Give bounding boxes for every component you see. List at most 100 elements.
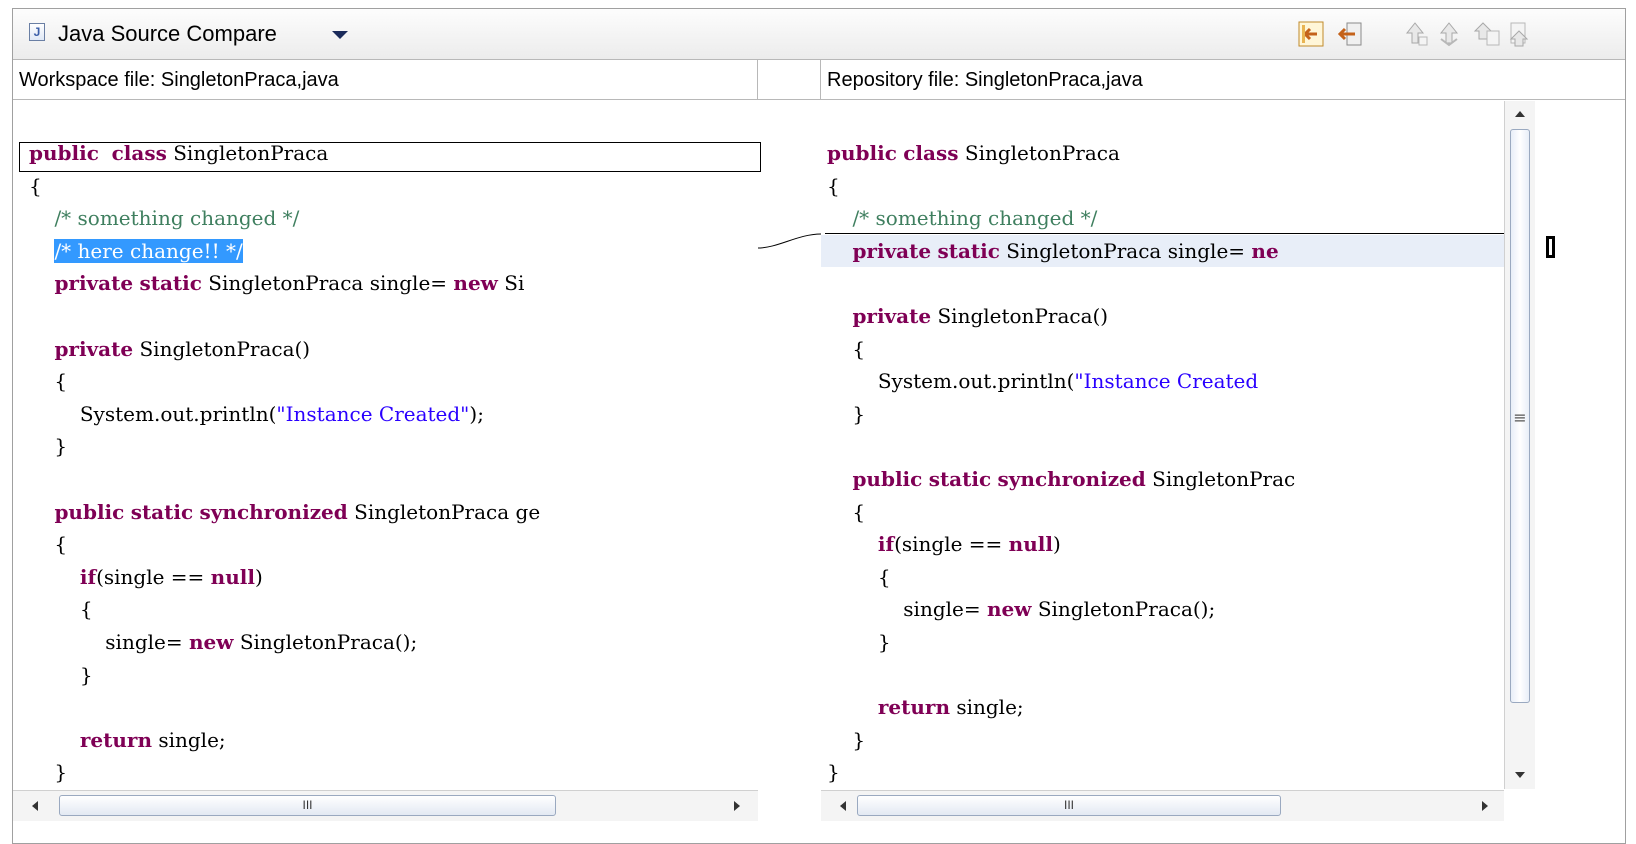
code-line[interactable]: [13, 463, 758, 495]
code-line[interactable]: return single;: [13, 724, 758, 756]
code-text: {: [29, 532, 68, 557]
code-line[interactable]: public static synchronized SingletonPrac: [821, 463, 1504, 495]
code-line[interactable]: {: [13, 170, 758, 202]
code-text: }: [827, 760, 840, 785]
code-line[interactable]: System.out.println("Instance Created");: [13, 398, 758, 430]
keyword-token: static: [139, 271, 202, 296]
code-text: (single ==: [894, 532, 1009, 557]
scroll-grip-icon: ≡: [1513, 408, 1527, 427]
code-line[interactable]: {: [13, 593, 758, 625]
workspace-horizontal-scrollbar[interactable]: III: [13, 790, 758, 821]
code-line[interactable]: public static synchronized SingletonPrac…: [13, 496, 758, 528]
comment-token: /* something changed */: [852, 206, 1098, 231]
code-line[interactable]: private static SingletonPraca single= ne: [821, 234, 1504, 267]
code-text: SingletonPraca();: [1031, 597, 1216, 622]
code-line[interactable]: }: [13, 659, 758, 691]
editor-title: Java Source Compare: [58, 21, 277, 46]
code-line[interactable]: /* something changed */: [821, 202, 1504, 234]
scroll-left-icon[interactable]: [835, 798, 851, 814]
code-line[interactable]: System.out.println("Instance Created: [821, 365, 1504, 397]
code-text: }: [29, 760, 68, 785]
java-file-icon: J: [29, 23, 45, 41]
code-line[interactable]: }: [13, 430, 758, 462]
keyword-token: if: [79, 564, 97, 589]
code-line[interactable]: [13, 300, 758, 332]
copy-change-left-icon: [1337, 22, 1362, 46]
code-line[interactable]: if(single == null): [13, 561, 758, 593]
scroll-down-icon[interactable]: [1512, 767, 1528, 783]
keyword-token: if: [877, 532, 895, 557]
code-line[interactable]: single= new SingletonPraca();: [821, 593, 1504, 625]
workspace-code-pane[interactable]: public class SingletonPraca{ /* somethin…: [13, 101, 759, 789]
code-line[interactable]: {: [13, 365, 758, 397]
vertical-scroll-thumb[interactable]: ≡: [1510, 129, 1530, 703]
next-difference-button[interactable]: [1399, 19, 1431, 49]
code-line[interactable]: public class SingletonPraca: [821, 137, 1504, 169]
horizontal-scroll-thumb[interactable]: III: [59, 795, 556, 816]
code-text: SingletonPraca single=: [999, 238, 1252, 263]
overview-change-marker[interactable]: [1546, 236, 1555, 258]
prev-diff-icon: [1439, 22, 1459, 47]
code-line[interactable]: [821, 430, 1504, 462]
code-text: ): [1052, 532, 1061, 557]
code-text: single;: [949, 695, 1024, 720]
keyword-token: class: [903, 141, 959, 165]
center-connector-ruler: [758, 101, 822, 789]
code-line[interactable]: {: [821, 170, 1504, 202]
scroll-right-icon[interactable]: [1477, 798, 1493, 814]
scroll-right-icon[interactable]: [729, 798, 745, 814]
repository-code-pane[interactable]: public class SingletonPraca { /* somethin…: [821, 101, 1504, 789]
code-text: SingletonPraca single=: [201, 271, 454, 296]
code-text: {: [827, 336, 866, 361]
code-text: SingletonPraca(): [931, 304, 1109, 328]
copy-all-from-right-button[interactable]: [1295, 19, 1327, 49]
code-line[interactable]: }: [821, 756, 1504, 788]
chevron-down-icon[interactable]: [328, 25, 354, 45]
next-change-button[interactable]: [1471, 19, 1503, 49]
vertical-scrollbar[interactable]: ≡: [1504, 101, 1535, 789]
code-line[interactable]: [821, 659, 1504, 691]
code-text: }: [827, 401, 866, 426]
code-line[interactable]: }: [821, 724, 1504, 756]
previous-difference-button[interactable]: [1433, 19, 1465, 49]
code-line[interactable]: {: [821, 496, 1504, 528]
code-line[interactable]: private SingletonPraca(): [13, 333, 758, 365]
code-line[interactable]: private SingletonPraca(): [821, 300, 1504, 332]
scroll-left-icon[interactable]: [27, 798, 43, 814]
code-line[interactable]: private static SingletonPraca single= ne…: [13, 267, 758, 299]
copy-current-change-button[interactable]: [1335, 19, 1367, 49]
keyword-token: null: [1008, 532, 1053, 557]
keyword-token: static: [928, 467, 992, 491]
code-line[interactable]: }: [13, 756, 758, 788]
horizontal-scroll-thumb[interactable]: III: [857, 795, 1281, 816]
code-line[interactable]: [13, 691, 758, 723]
code-line[interactable]: {: [13, 528, 758, 560]
keyword-token: new: [453, 271, 498, 296]
change-indicator-line: [825, 233, 1511, 234]
keyword-token: new: [986, 597, 1032, 622]
scroll-up-icon[interactable]: [1512, 106, 1528, 122]
keyword-token: null: [210, 564, 255, 589]
code-line[interactable]: {: [821, 333, 1504, 365]
code-line[interactable]: if(single == null): [821, 528, 1504, 560]
repository-horizontal-scrollbar[interactable]: III: [821, 790, 1504, 821]
code-line[interactable]: /* something changed */: [13, 202, 758, 234]
code-line[interactable]: return single;: [821, 691, 1504, 723]
code-line[interactable]: }: [821, 626, 1504, 658]
repository-file-header: Repository file: SingletonPraca,java: [821, 60, 1625, 100]
previous-change-button[interactable]: [1505, 19, 1537, 49]
code-line[interactable]: [821, 267, 1504, 299]
code-text: single=: [827, 597, 987, 622]
keyword-token: public: [54, 499, 125, 524]
code-text: SingletonPraca: [958, 141, 1120, 165]
code-line[interactable]: single= new SingletonPraca();: [13, 626, 758, 658]
code-line[interactable]: /* here change!! */: [13, 235, 758, 267]
code-line[interactable]: }: [821, 398, 1504, 430]
code-text: (single ==: [96, 564, 211, 589]
code-line[interactable]: {: [821, 561, 1504, 593]
keyword-token: static: [937, 238, 1000, 263]
